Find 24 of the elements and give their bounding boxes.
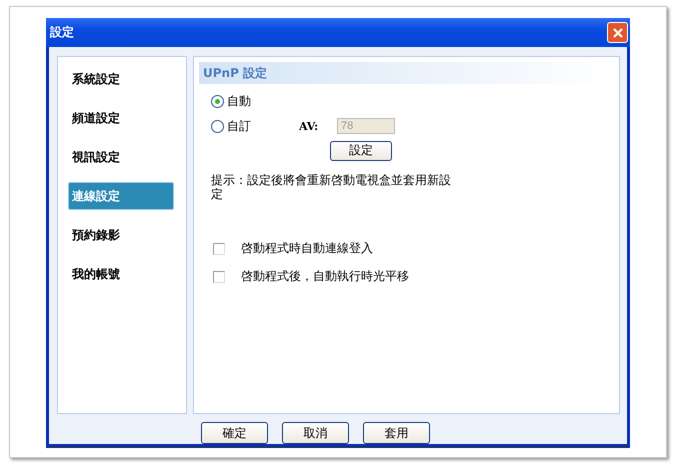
- set-button[interactable]: 設定: [330, 140, 392, 160]
- radio-label: 自動: [227, 92, 252, 110]
- close-icon: [612, 26, 624, 38]
- sidebar-item[interactable]: 視訊設定: [68, 143, 174, 171]
- checkbox-label: 啓動程式後，自動執行時光平移: [241, 268, 409, 285]
- radio-label: 自訂: [227, 118, 252, 134]
- checkbox-label: 啓動程式時自動連線登入: [241, 240, 373, 257]
- sidebar-item[interactable]: 預約錄影: [68, 221, 174, 249]
- sidebar-item[interactable]: 我的帳號: [68, 260, 174, 288]
- section-title: UPnP 設定: [203, 64, 268, 82]
- radio-button[interactable]: [211, 120, 224, 132]
- hint-text: 提示：設定後將會重新啓動電視盒並套用新設定: [211, 172, 452, 200]
- window-title: 設定: [50, 24, 74, 41]
- av-label: AV:: [299, 120, 320, 132]
- sidebar-item[interactable]: 系統設定: [68, 65, 174, 93]
- checkbox[interactable]: [213, 270, 225, 282]
- dialog-button[interactable]: 確定: [201, 422, 268, 444]
- close-button[interactable]: [607, 22, 628, 43]
- dialog-button[interactable]: 套用: [363, 422, 430, 444]
- sidebar-item[interactable]: 頻道設定: [68, 104, 174, 132]
- dialog-button[interactable]: 取消: [282, 422, 349, 444]
- radio-button[interactable]: [211, 94, 224, 108]
- checkbox[interactable]: [213, 242, 225, 254]
- sidebar-item[interactable]: 連線設定: [68, 182, 174, 210]
